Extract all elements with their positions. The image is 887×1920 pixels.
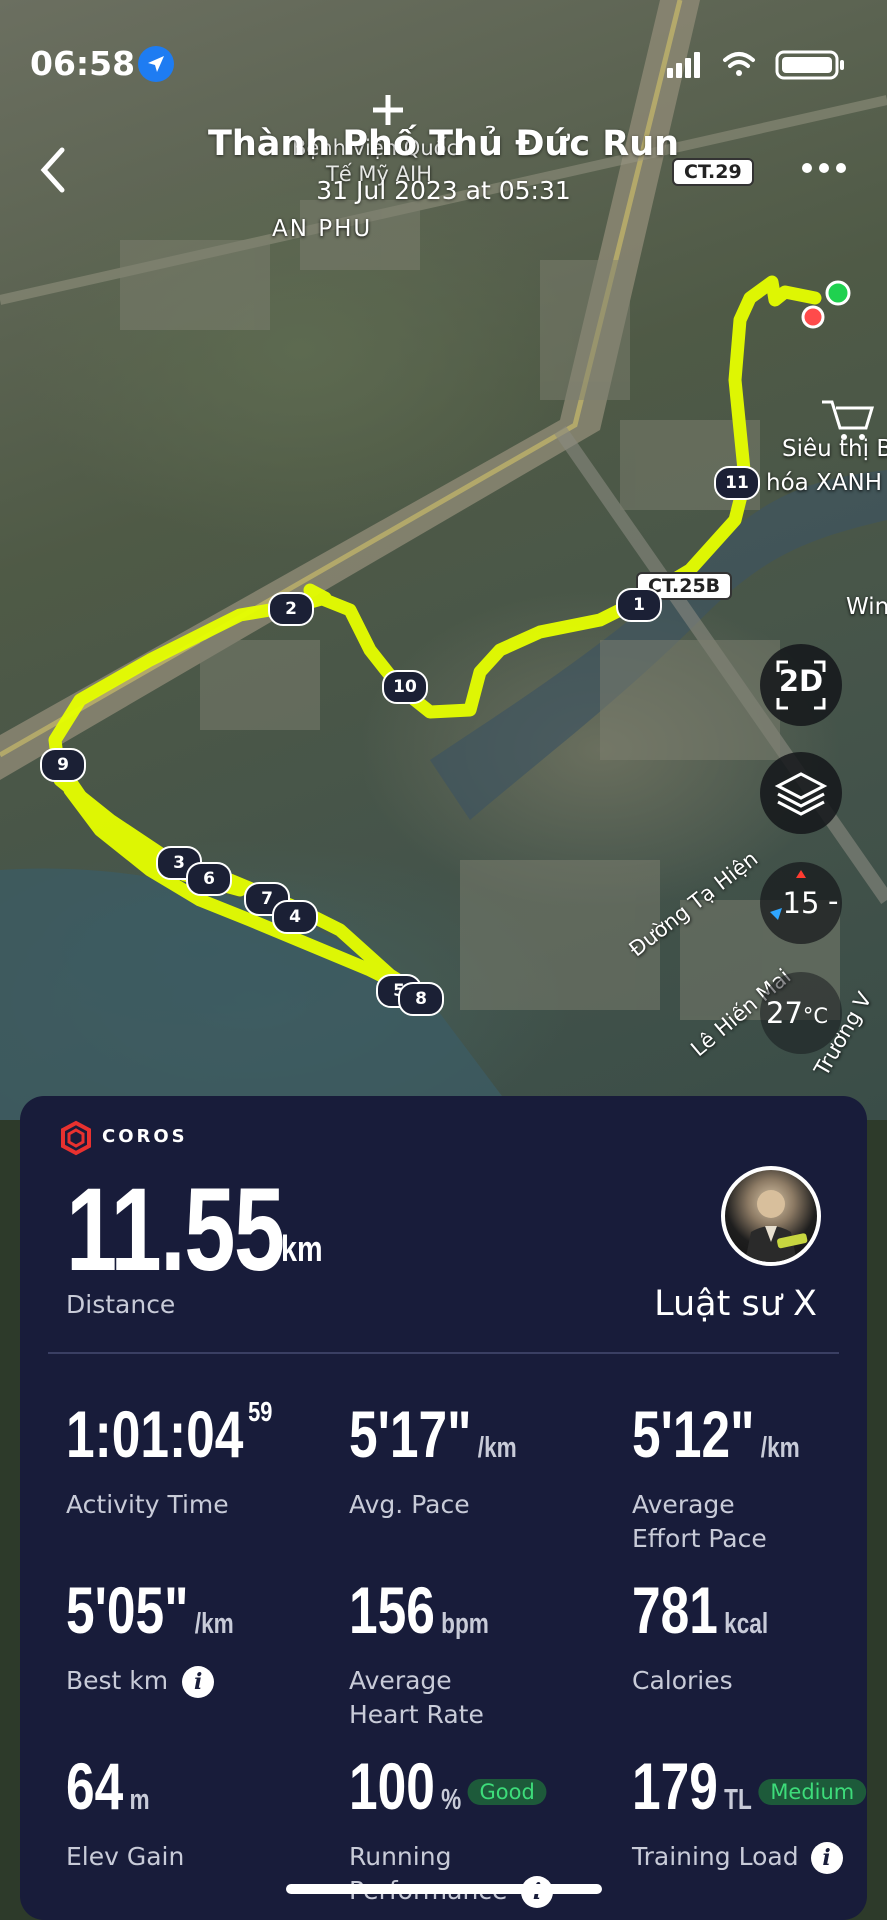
brand-logo: COROS — [58, 1120, 198, 1156]
lap-marker-4[interactable]: 4 — [272, 900, 318, 934]
stat-label: Calories — [632, 1666, 733, 1695]
temperature-button[interactable]: 27°C — [760, 972, 842, 1054]
status-badge: Medium — [758, 1778, 866, 1805]
summary-panel: COROS 11.55 km Distance Luật sư X 1:01:0… — [20, 1096, 867, 1920]
layers-icon — [774, 772, 828, 816]
stat-label: Average Effort Pace — [632, 1490, 767, 1553]
stat-value: 179 — [632, 1749, 718, 1823]
more-dots-icon — [802, 163, 846, 173]
frame-icon — [776, 660, 826, 710]
temperature-value: 27°C — [766, 996, 829, 1030]
map-label-supermarket: Siêu thị Bác — [782, 436, 887, 462]
stat-value: 5'17" — [349, 1397, 472, 1471]
stat-unit: m — [129, 1784, 150, 1816]
stat-sup: 59 — [248, 1396, 273, 1427]
lap-marker-11[interactable]: 11 — [714, 466, 760, 500]
activity-date: 31 Jul 2023 at 05:31 — [316, 176, 571, 205]
stat-label: Average Heart Rate — [349, 1666, 484, 1729]
lap-marker-9[interactable]: 9 — [40, 748, 86, 782]
map-label-win: Win — [846, 594, 887, 620]
lap-marker-1[interactable]: 1 — [616, 588, 662, 622]
map-label-supermarket-2: hóa XANH — [766, 470, 883, 496]
stat-value: 64 — [66, 1749, 124, 1823]
distance-unit: km — [281, 1228, 323, 1269]
route-map[interactable]: Bệnh viện Quốc Tế Mỹ AIH AN PHU Siêu thị… — [0, 0, 887, 1120]
stat-value: 1:01:04 — [66, 1397, 244, 1471]
stat-label: Training Load — [632, 1842, 799, 1871]
brand-name: COROS — [102, 1126, 188, 1147]
zoom-compass-button[interactable]: 15 - — [760, 862, 842, 944]
lap-marker-8[interactable]: 8 — [398, 982, 444, 1016]
map-label-an-phu: AN PHU — [272, 216, 373, 242]
info-icon[interactable]: i — [182, 1666, 215, 1698]
stat-label: Activity Time — [66, 1490, 229, 1519]
stat-label: Running Performance — [349, 1842, 507, 1905]
stat-label: Avg. Pace — [349, 1490, 470, 1519]
stat-unit: TL — [724, 1784, 752, 1816]
view-mode-button[interactable]: 2D — [760, 644, 842, 726]
status-bar: 06:58 — [0, 0, 887, 120]
location-arrow-icon — [138, 46, 174, 82]
avatar[interactable] — [721, 1166, 821, 1266]
home-indicator[interactable] — [286, 1884, 602, 1894]
username: Luật sư X — [654, 1284, 817, 1324]
status-badge: Good — [467, 1778, 547, 1805]
divider — [48, 1352, 839, 1354]
wifi-icon — [723, 52, 755, 76]
stat-unit: /km — [477, 1432, 517, 1464]
distance-label: Distance — [66, 1290, 176, 1319]
map-background — [0, 0, 887, 1120]
stat-value: 5'05" — [66, 1573, 189, 1647]
clock: 06:58 — [30, 44, 136, 83]
stat-unit: bpm — [441, 1608, 489, 1640]
coros-logo-icon — [61, 1120, 91, 1156]
stat-value: 5'12" — [632, 1397, 755, 1471]
more-button[interactable] — [799, 160, 849, 176]
signal-icon — [667, 52, 700, 78]
battery-icon — [775, 50, 844, 80]
distance-value: 11.55 — [66, 1164, 285, 1296]
lap-marker-6[interactable]: 6 — [186, 862, 232, 896]
avatar-image — [745, 1190, 808, 1262]
lap-marker-2[interactable]: 2 — [268, 592, 314, 626]
stat-unit: % — [441, 1784, 462, 1816]
stat-unit: kcal — [724, 1608, 769, 1640]
lap-marker-10[interactable]: 10 — [382, 670, 428, 704]
layers-button[interactable] — [760, 752, 842, 834]
stat-value: 100 — [349, 1749, 435, 1823]
zoom-dash: - — [828, 884, 839, 918]
stat-unit: /km — [194, 1608, 234, 1640]
stat-label: Elev Gain — [66, 1842, 185, 1871]
stat-value: 781 — [632, 1573, 718, 1647]
system-icons — [667, 50, 844, 80]
stat-value: 156 — [349, 1573, 435, 1647]
activity-title: Thành Phố Thủ Đức Run — [207, 124, 680, 164]
stat-label: Best km — [66, 1666, 169, 1695]
stat-unit: /km — [760, 1432, 800, 1464]
info-icon[interactable]: i — [810, 1842, 843, 1874]
